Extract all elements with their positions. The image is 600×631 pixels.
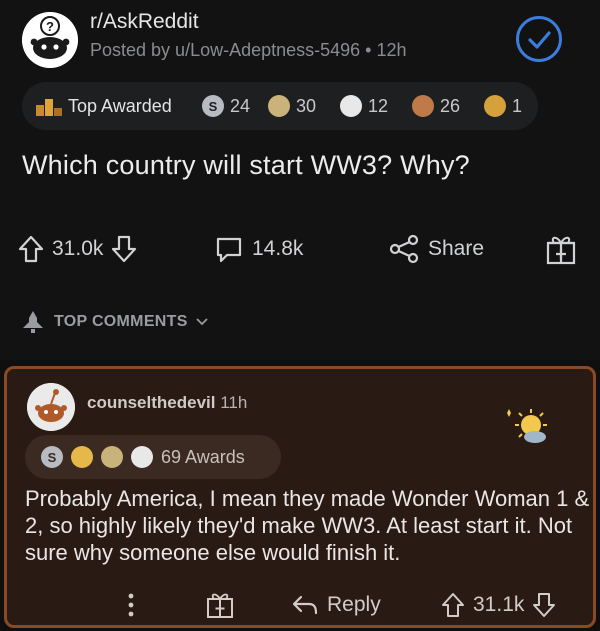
- comments-button[interactable]: 14.8k: [214, 222, 303, 276]
- award-count: 30: [296, 95, 317, 116]
- askreddit-snoo-icon: ?: [22, 12, 78, 68]
- upvote-arrow-icon[interactable]: [441, 592, 465, 618]
- comment-count: 14.8k: [252, 237, 304, 260]
- more-vertical-icon: [128, 593, 134, 617]
- hands-award-icon: [268, 95, 290, 117]
- wholesome-award-icon: [340, 95, 362, 117]
- reply-arrow-icon: [292, 595, 318, 615]
- share-label: Share: [428, 237, 485, 260]
- helpful-award-icon: [412, 95, 434, 117]
- comment-vote-group: 31.1k: [441, 583, 556, 627]
- checkmark-icon: [528, 31, 551, 49]
- post-meta: Posted by u/Low-Adeptness-5496 • 12h: [90, 40, 407, 60]
- comment-awards-bar[interactable]: S 69 Awards: [25, 435, 281, 479]
- post-action-bar: 31.0k 14.8k Share: [0, 222, 600, 276]
- silver-award-icon: S: [202, 95, 224, 117]
- top-comments-sort[interactable]: TOP COMMENTS: [20, 310, 208, 334]
- sun-flair-icon: [507, 409, 547, 443]
- downvote-arrow-icon[interactable]: [111, 235, 137, 263]
- post-title[interactable]: Which country will start WW3? Why?: [22, 150, 470, 181]
- comment-vote-count: 31.1k: [473, 593, 525, 616]
- give-award-button[interactable]: [544, 222, 578, 276]
- award-count: 12: [368, 95, 389, 116]
- comment-bubble-icon: [216, 237, 242, 263]
- top-awarded-text: Top Awarded: [68, 95, 172, 116]
- wholesome-award-icon: [131, 446, 153, 468]
- top-awarded-bar[interactable]: Top Awarded S 24 30 12 26 1: [22, 82, 538, 130]
- subreddit-name[interactable]: r/AskReddit: [90, 10, 199, 34]
- comment-body: Probably America, I mean they made Wonde…: [25, 486, 590, 565]
- comment-more-button[interactable]: [127, 583, 135, 627]
- top-awarded-label: Top Awarded: [36, 82, 172, 130]
- subreddit-avatar[interactable]: ?: [22, 12, 78, 68]
- joined-check-button[interactable]: [516, 16, 562, 62]
- podium-icon: [36, 99, 62, 116]
- award-hands: 30: [268, 82, 316, 130]
- share-icon: [389, 234, 419, 264]
- star-award-icon: [71, 446, 93, 468]
- silver-award-icon: S: [41, 446, 63, 468]
- gift-icon: [207, 593, 233, 618]
- sort-label: TOP COMMENTS: [54, 313, 188, 330]
- award-silver: S 24: [202, 82, 250, 130]
- post-upvote-count: 31.0k: [52, 237, 104, 260]
- award-helpful: 26: [412, 82, 460, 130]
- comment-author[interactable]: counselthedevil 11h: [87, 393, 247, 413]
- upvote-arrow-icon[interactable]: [18, 235, 44, 263]
- comment-username[interactable]: counselthedevil: [87, 393, 215, 412]
- award-wholesome: 12: [340, 82, 388, 130]
- gift-icon: [546, 236, 576, 265]
- comment-reply-button[interactable]: Reply: [291, 583, 381, 627]
- award-count: 26: [440, 95, 461, 116]
- downvote-arrow-icon[interactable]: [532, 592, 556, 618]
- chevron-down-icon: [196, 318, 208, 326]
- comment-avatar[interactable]: [27, 383, 75, 431]
- svg-text:?: ?: [46, 19, 54, 34]
- hands-award-icon: [101, 446, 123, 468]
- comment-awards-count: 69 Awards: [161, 446, 245, 467]
- award-count: 1: [512, 95, 523, 116]
- snoo-avatar-icon: [27, 383, 75, 431]
- comment-award-button[interactable]: [205, 583, 235, 627]
- comment-card: counselthedevil 11h S 69 Awards Probably…: [4, 366, 596, 628]
- doge-award-icon: [484, 95, 506, 117]
- rocket-sort-icon: [23, 311, 43, 333]
- share-button[interactable]: Share: [388, 222, 484, 276]
- award-count: 24: [230, 95, 251, 116]
- post-card: ? r/AskReddit Posted by u/Low-Adeptness-…: [0, 0, 600, 360]
- post-vote-group: 31.0k: [18, 222, 137, 276]
- award-doge: 1: [484, 82, 522, 130]
- comment-age: 11h: [220, 393, 248, 412]
- comment-action-bar: Reply 31.1k: [7, 583, 599, 627]
- reply-label: Reply: [327, 593, 381, 616]
